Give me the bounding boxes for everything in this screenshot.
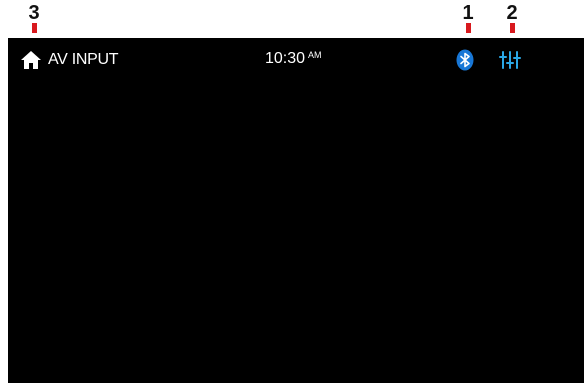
equalizer-icon: [499, 51, 521, 69]
clock-ampm: AM: [308, 50, 322, 60]
equalizer-button[interactable]: [499, 49, 521, 71]
home-icon: [21, 51, 41, 69]
callout-2: 2: [502, 2, 522, 33]
home-button[interactable]: [20, 50, 42, 70]
clock: 10:30 AM: [265, 50, 322, 68]
callout-number: 2: [506, 2, 518, 24]
callout-number: 3: [28, 2, 40, 24]
callout-marker: [465, 23, 471, 33]
av-input-screen: AV INPUT 10:30 AM: [8, 38, 584, 383]
bluetooth-button[interactable]: [454, 49, 476, 71]
callout-3: 3: [24, 2, 44, 33]
clock-time: 10:30: [265, 50, 306, 67]
status-bar: AV INPUT 10:30 AM: [8, 38, 584, 82]
bluetooth-icon: [456, 49, 474, 71]
source-label: AV INPUT: [48, 51, 119, 68]
callout-1: 1: [458, 2, 478, 33]
callout-marker: [509, 23, 515, 33]
callout-number: 1: [462, 2, 474, 24]
callout-marker: [31, 23, 37, 33]
